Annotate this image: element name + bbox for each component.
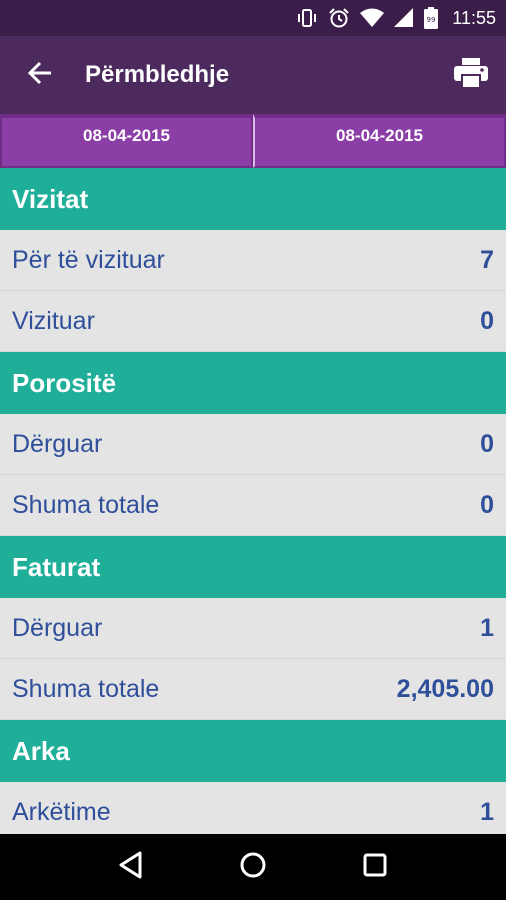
list-item: Dërguar 1 [0, 598, 506, 659]
date-to-button[interactable]: 08-04-2015 [253, 114, 506, 168]
wifi-icon [360, 8, 385, 28]
date-range: 08-04-2015 08-04-2015 [0, 114, 506, 168]
arrow-back-icon [27, 60, 53, 91]
row-value: 0 [480, 490, 494, 519]
print-button[interactable] [436, 36, 506, 114]
row-value: 1 [480, 797, 494, 826]
row-label: Shuma totale [12, 674, 160, 703]
recents-square-icon [362, 852, 388, 883]
home-circle-icon [239, 851, 267, 884]
row-label: Shuma totale [12, 490, 160, 519]
nav-home-button[interactable] [233, 847, 273, 887]
list-item: Për të vizituar 7 [0, 230, 506, 291]
section-header-porosite: Porositë [0, 352, 506, 414]
signal-icon [394, 8, 414, 28]
row-value: 0 [480, 429, 494, 458]
row-label: Për të vizituar [12, 245, 165, 274]
row-value: 1 [480, 613, 494, 642]
row-value: 0 [480, 306, 494, 335]
status-time: 11:55 [452, 7, 496, 28]
battery-icon: 99 [424, 7, 439, 29]
svg-text:99: 99 [427, 16, 436, 24]
row-label: Arkëtime [12, 797, 111, 826]
back-triangle-icon [118, 851, 144, 884]
date-from-button[interactable]: 08-04-2015 [0, 114, 253, 168]
section-header-vizitat: Vizitat [0, 168, 506, 230]
nav-back-button[interactable] [111, 847, 151, 887]
alarm-icon [328, 7, 350, 29]
page-title: Përmbledhje [85, 61, 230, 88]
list-item: Arkëtime 1 [0, 782, 506, 834]
list-item: Vizituar 0 [0, 291, 506, 352]
print-icon [454, 57, 488, 93]
list-item: Shuma totale 0 [0, 475, 506, 536]
list-item: Shuma totale 2,405.00 [0, 659, 506, 720]
system-nav-bar [0, 834, 506, 900]
row-label: Dërguar [12, 613, 103, 642]
row-label: Vizituar [12, 306, 95, 335]
row-value: 7 [480, 245, 494, 274]
section-header-faturat: Faturat [0, 536, 506, 598]
row-value: 2,405.00 [396, 674, 494, 703]
vibrate-icon [296, 8, 318, 28]
summary-list[interactable]: Vizitat Për të vizituar 7 Vizituar 0 Por… [0, 168, 506, 834]
section-header-arka: Arka [0, 720, 506, 782]
row-label: Dërguar [12, 429, 103, 458]
app-bar: Përmbledhje [0, 36, 506, 114]
nav-recents-button[interactable] [355, 847, 395, 887]
status-bar: 99 11:55 [0, 0, 506, 36]
back-button[interactable] [0, 36, 80, 114]
list-item: Dërguar 0 [0, 414, 506, 475]
